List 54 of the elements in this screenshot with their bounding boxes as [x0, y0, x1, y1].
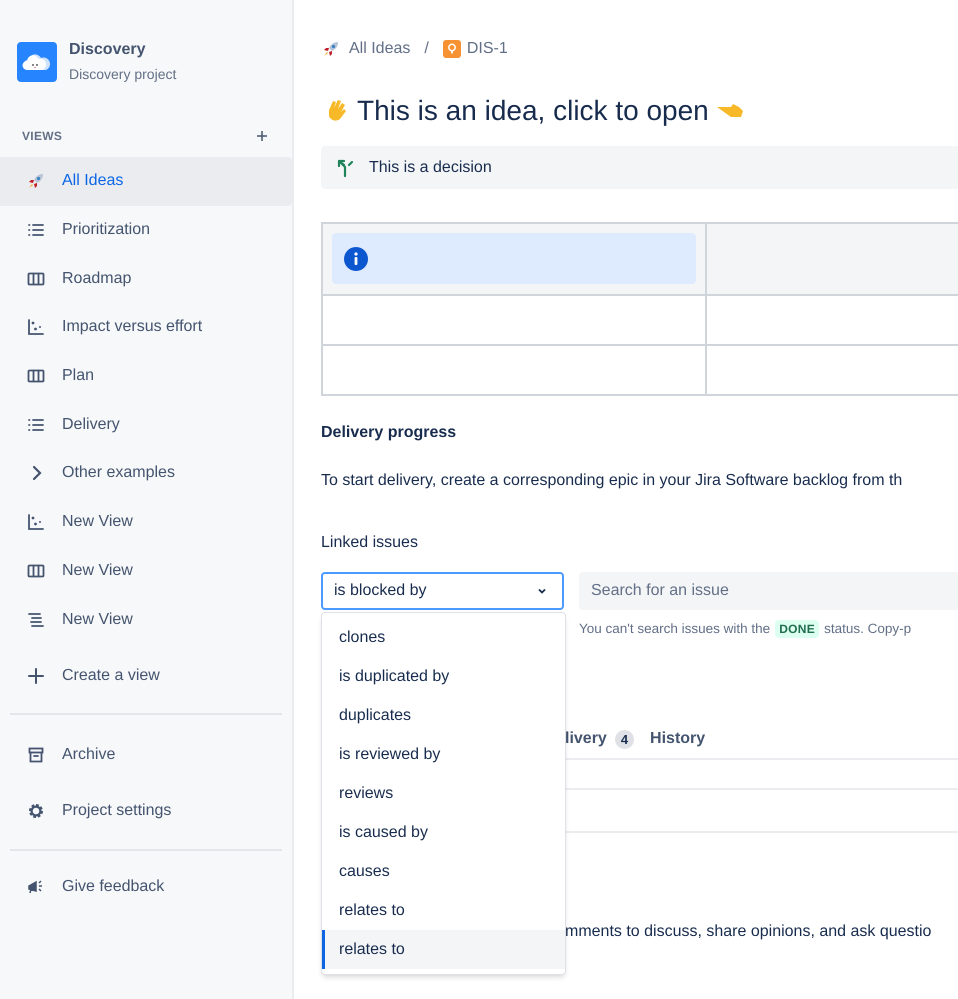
- scatter-icon: [26, 512, 46, 532]
- dropdown-option[interactable]: relates to: [322, 930, 565, 969]
- sidebar-item[interactable]: Create a view: [0, 652, 292, 701]
- info-icon: [344, 246, 368, 270]
- breadcrumb-link[interactable]: All Ideas: [349, 37, 410, 61]
- decision-icon: [335, 158, 355, 178]
- page-title: This is an idea, click to open: [357, 94, 709, 128]
- sidebar-item[interactable]: Impact versus effort: [0, 303, 292, 352]
- feedback-link[interactable]: Give feedback: [0, 860, 292, 913]
- sidebar-item[interactable]: Roadmap: [0, 254, 292, 304]
- plus-icon: [256, 130, 268, 142]
- dropdown-option[interactable]: is duplicated by: [322, 657, 565, 696]
- project-logo: [17, 42, 57, 82]
- dropdown-option[interactable]: relates to: [322, 891, 565, 930]
- sidebar-item[interactable]: Plan: [0, 352, 292, 400]
- count-badge: 4: [614, 730, 634, 749]
- comment-hint: mments to discuss, share opinions, and ask questio: [565, 922, 932, 942]
- dropdown-option[interactable]: is caused by: [322, 813, 565, 852]
- section-heading: Delivery progress: [321, 423, 458, 443]
- dropdown-option[interactable]: is reviewed by: [322, 735, 565, 774]
- dropdown-option[interactable]: causes: [322, 852, 565, 891]
- delivery-description: To start delivery, create a corresponding epic in your Jira Software backlog from th: [321, 471, 904, 491]
- add-view-button[interactable]: [254, 128, 270, 144]
- dropdown-option[interactable]: reviews: [322, 774, 565, 813]
- sidebar-item[interactable]: Delivery: [0, 400, 292, 450]
- lightbulb-icon: [442, 40, 461, 58]
- project-name: Discovery: [69, 40, 146, 60]
- status-badge: DONE: [775, 620, 820, 638]
- search-field[interactable]: Search for an issue: [579, 572, 958, 610]
- decision-text: This is a decision: [369, 158, 492, 178]
- dropdown-option[interactable]: clones: [322, 618, 565, 657]
- project-subtitle: Discovery project: [69, 65, 176, 84]
- field-label: Linked issues: [321, 533, 419, 553]
- sidebar-item[interactable]: Project settings: [0, 782, 292, 839]
- hint-text: You can't search issues with the: [579, 620, 770, 638]
- tab[interactable]: History: [650, 727, 706, 752]
- breadcrumb-separator: /: [424, 39, 429, 59]
- sidebar-item[interactable]: New View: [0, 546, 292, 596]
- link-type-select[interactable]: is blocked by: [321, 572, 564, 610]
- sidebar-item[interactable]: New View: [0, 498, 292, 546]
- breadcrumb-link[interactable]: DIS-1: [466, 37, 508, 61]
- archive-icon: [26, 744, 46, 765]
- sidebar-item[interactable]: New View: [0, 595, 292, 644]
- plus-icon: [26, 666, 46, 686]
- sidebar-item[interactable]: Prioritization: [0, 206, 292, 254]
- scatter-icon: [26, 317, 46, 338]
- sidebar-item[interactable]: Other examples: [0, 449, 292, 498]
- sidebar-item[interactable]: All Ideas: [0, 157, 292, 206]
- tab[interactable]: livery 4: [565, 727, 634, 752]
- section-heading: VIEWS: [22, 128, 62, 145]
- dropdown-option[interactable]: duplicates: [322, 696, 565, 735]
- rocket-icon: [321, 39, 341, 59]
- sidebar-item[interactable]: Archive: [0, 726, 292, 783]
- hint-text: status. Copy-p: [824, 620, 912, 638]
